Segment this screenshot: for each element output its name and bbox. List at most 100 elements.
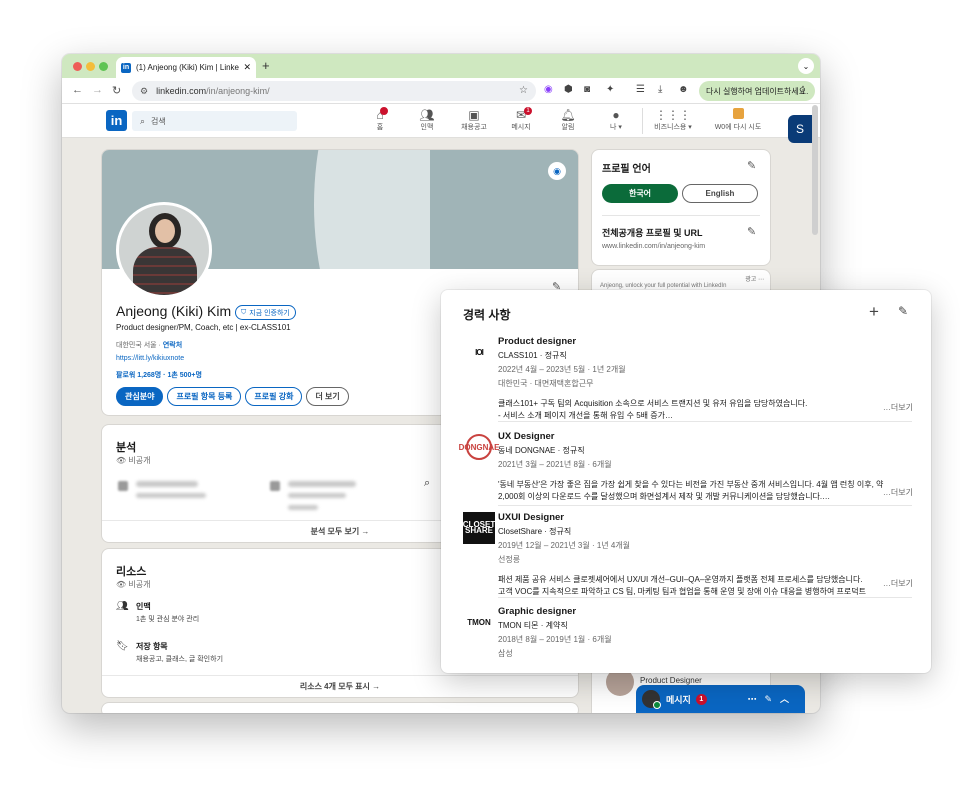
ad-menu-icon[interactable]: ⋯	[758, 277, 764, 283]
job-role: Product designer	[498, 336, 577, 347]
closetshare-logo[interactable]: CLOSET SHARE	[463, 512, 495, 544]
dongnae-logo[interactable]: DONGNAE	[459, 434, 499, 460]
site-settings-icon[interactable]: ⚙	[140, 86, 148, 97]
resource-network-subtitle: 1촌 및 관심 분야 관리	[136, 616, 200, 623]
experience-item: IOI Product designer CLASS101 · 정규직 2022…	[463, 336, 913, 420]
verify-button[interactable]: ⛉ 지금 인증하기	[235, 305, 296, 320]
nav-business[interactable]: ⋮⋮⋮ 비즈니스용 ▾	[648, 108, 698, 132]
interests-button[interactable]: 관심분야	[116, 387, 164, 406]
nav-me[interactable]: ● 나 ▾	[594, 108, 638, 132]
new-tab-button[interactable]: +	[262, 58, 270, 73]
profile-photo[interactable]	[116, 202, 212, 298]
experience-card: 경력 사항 + ✎ IOI Product designer CLASS101 …	[441, 290, 931, 673]
minimize-window-button[interactable]	[86, 62, 95, 71]
resources-visibility-label: 비공개	[128, 580, 151, 589]
job-dates: 2018년 8월 – 2019년 1월 · 6개월	[498, 635, 612, 644]
job-location: 대한민국 · 대면재택혼합근무	[498, 379, 594, 388]
resource-saved[interactable]: 저장 항목 채용공고, 클래스, 글 확인하기	[136, 641, 223, 664]
divider	[602, 215, 760, 216]
ad-text[interactable]: Anjeong, unlock your full potential with…	[600, 283, 726, 289]
more-button[interactable]: 더 보기	[306, 387, 349, 406]
nav-messaging[interactable]: ✉ 1 메시지	[499, 107, 543, 132]
next-card	[102, 703, 578, 713]
language-korean-button[interactable]: 한국어	[602, 184, 678, 203]
back-icon[interactable]: ←	[72, 84, 83, 96]
avatar	[642, 690, 661, 709]
scrollbar[interactable]	[812, 105, 818, 235]
nav-business-label: 비즈니스용 ▾	[654, 124, 692, 131]
tmon-logo[interactable]: TMON	[463, 606, 495, 638]
blurred-icon	[118, 481, 128, 491]
add-experience-icon[interactable]: +	[869, 302, 879, 322]
update-button[interactable]: 다시 실행하여 업데이트하세요. ⋮	[699, 81, 815, 101]
tab-title: (1) Anjeong (Kiki) Kim | Linke...	[136, 63, 240, 72]
edit-url-pencil-icon[interactable]: ✎	[747, 225, 756, 238]
edit-language-pencil-icon[interactable]: ✎	[747, 159, 756, 172]
nav-network[interactable]: 👥︎ 인맥	[405, 108, 449, 132]
blurred-text	[136, 493, 206, 498]
close-tab-icon[interactable]: ✕	[243, 62, 251, 73]
nav-jobs[interactable]: ▣ 채용공고	[452, 108, 496, 132]
extension-icon[interactable]: ◉	[544, 84, 553, 95]
home-badge	[380, 107, 388, 115]
see-more-link[interactable]: …더보기	[883, 402, 913, 413]
chevron-up-icon[interactable]: ︿	[780, 694, 797, 704]
grid-icon: ⋮⋮⋮	[655, 108, 691, 122]
linkedin-nav: in ⌕ 검색 ⌂ 홈 👥︎ 인맥 ▣ 채용공고 ✉ 1 메시지 🔔︎ 알림 ●	[62, 104, 820, 138]
resource-network[interactable]: 인맥 1촌 및 관심 분야 관리	[136, 601, 199, 624]
nav-notifications[interactable]: 🔔︎ 알림	[546, 108, 590, 132]
analytics-visibility-label: 비공개	[128, 456, 151, 465]
close-window-button[interactable]	[73, 62, 82, 71]
language-english-button[interactable]: English	[682, 184, 758, 203]
download-icon[interactable]: ⤓	[658, 84, 662, 95]
nav-divider	[642, 108, 643, 134]
camera-icon[interactable]: ◉	[548, 162, 566, 180]
bookmark-star-icon[interactable]: ☆	[519, 85, 528, 96]
messaging-bar[interactable]: 메시지 1 ⋯✎︿	[636, 685, 805, 713]
compose-icon[interactable]: ✎	[764, 694, 780, 704]
job-company: 동네 DONGNAE · 정규직	[498, 446, 585, 455]
maximize-window-button[interactable]	[99, 62, 108, 71]
nav-premium[interactable]: W0에 다시 시도	[708, 108, 768, 132]
see-more-link[interactable]: …더보기	[878, 578, 913, 589]
profile-language-card: 프로필 언어 ✎ 한국어 English 전체공개용 프로필 및 URL ✎ w…	[592, 150, 770, 265]
experience-item: TMON Graphic designer TMON 티몬 · 계약직 2018…	[463, 606, 913, 658]
tab-search-button[interactable]: ⌄	[798, 58, 814, 74]
add-section-button[interactable]: 프로필 항목 등록	[167, 387, 242, 406]
linkedin-logo[interactable]: in	[106, 110, 127, 131]
bell-icon: 🔔︎	[560, 108, 576, 122]
more-icon[interactable]: ⋯	[747, 694, 764, 704]
messaging-tools: ⋯✎︿	[747, 692, 797, 705]
profile-stats[interactable]: 팔로워 1,268명 · 1촌 500+명	[116, 370, 202, 380]
side-extension-tab[interactable]: S	[788, 115, 812, 143]
contact-info-link[interactable]: 연락처	[163, 342, 182, 349]
search-input[interactable]: ⌕ 검색	[132, 111, 297, 131]
edit-experience-pencil-icon[interactable]: ✎	[898, 304, 908, 318]
resource-saved-title: 저장 항목	[136, 642, 168, 651]
class101-logo[interactable]: IOI	[463, 336, 495, 368]
browser-tab[interactable]: in (1) Anjeong (Kiki) Kim | Linke... ✕	[116, 57, 256, 78]
see-more-link[interactable]: …더보기	[883, 487, 913, 498]
extension-hex-icon[interactable]: ⬢	[564, 84, 573, 95]
browser-menu-icon[interactable]: ⋮	[798, 85, 808, 96]
resources-show-all[interactable]: 리소스 4개 모두 표시 →	[102, 675, 578, 697]
bookmark-icon: 🔖︎	[116, 641, 129, 652]
me-avatar-icon: ●	[612, 108, 620, 122]
reload-icon[interactable]: ↻	[112, 84, 121, 97]
camera-extension-icon[interactable]: ◙	[584, 84, 590, 95]
url-host: linkedin.com	[156, 86, 207, 96]
resources-title: 리소스	[116, 566, 147, 578]
reading-list-icon[interactable]: ☰	[636, 84, 645, 95]
nav-home[interactable]: ⌂ 홈	[358, 107, 402, 132]
enhance-profile-button[interactable]: 프로필 강화	[245, 387, 303, 406]
address-bar[interactable]: ⚙ linkedin.com/in/anjeong-kim/ ☆	[132, 81, 536, 101]
puzzle-extensions-icon[interactable]: ✦	[606, 84, 614, 95]
search-icon: ⌕	[140, 115, 146, 126]
divider	[498, 597, 912, 598]
profile-actions: 관심분야 프로필 항목 등록 프로필 강화 더 보기	[116, 387, 349, 406]
profile-avatar-icon[interactable]: ☻	[678, 84, 689, 95]
shield-icon: ⛉	[241, 308, 247, 316]
forward-icon[interactable]: →	[92, 84, 103, 96]
profile-website-link[interactable]: https://litt.ly/kikiuxnote	[116, 355, 184, 362]
browser-toolbar: ← → ↻ ⚙ linkedin.com/in/anjeong-kim/ ☆ ◉…	[62, 78, 820, 104]
